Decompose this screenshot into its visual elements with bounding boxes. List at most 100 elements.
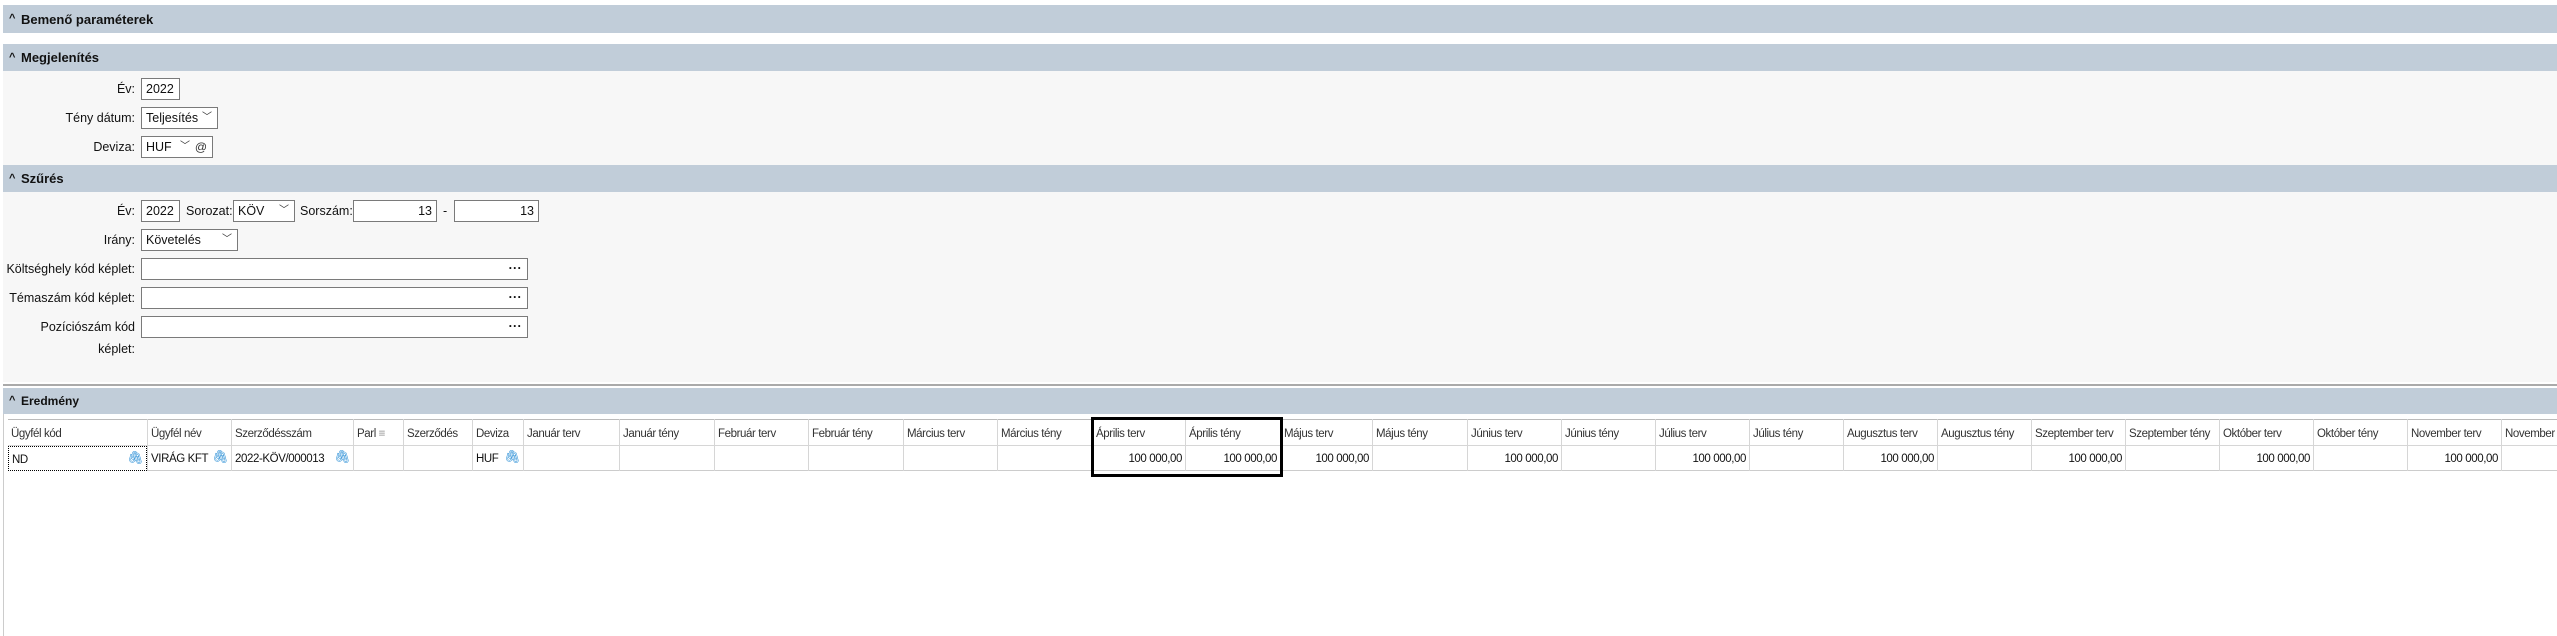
column-header[interactable]: Deviza (473, 419, 523, 446)
grid-cell[interactable]: ND 🖇 (8, 446, 147, 471)
column-header[interactable]: November terv (2408, 419, 2501, 446)
column-header[interactable]: Június tény (1562, 419, 1655, 446)
column-header[interactable]: Szerződés (404, 419, 472, 446)
grid-column: Augusztus tény (1938, 419, 2032, 471)
serial-from-input[interactable]: 13 (353, 200, 437, 222)
grid-cell[interactable] (620, 446, 714, 471)
column-header[interactable]: Ügyfél kód (8, 419, 147, 446)
grid-cell[interactable] (1562, 446, 1655, 471)
grid-column: Június tény (1562, 419, 1656, 471)
column-header[interactable]: Január terv (524, 419, 619, 446)
ellipsis-button[interactable]: ... (509, 317, 522, 333)
grid-cell[interactable] (715, 446, 808, 471)
direction-select[interactable]: Követelés ﹀ (141, 229, 238, 251)
topic-formula-input[interactable]: ... (141, 287, 528, 309)
paperclip-icon[interactable]: 🖇 (127, 450, 144, 466)
grid-column: Március tény (998, 419, 1093, 471)
column-header[interactable]: Július tény (1750, 419, 1843, 446)
paperclip-icon[interactable]: 🖇 (334, 449, 351, 465)
column-header[interactable]: Október tény (2314, 419, 2407, 446)
column-header[interactable]: Augusztus terv (1844, 419, 1937, 446)
series-select[interactable]: KÖV ﹀ (233, 200, 295, 222)
currency-select[interactable]: HUF ﹀ @ (141, 136, 213, 158)
column-header[interactable]: Február tény (809, 419, 903, 446)
grid-cell[interactable] (524, 446, 619, 471)
column-header[interactable]: Október terv (2220, 419, 2313, 446)
grid-column: Augusztus terv 100 000,00 (1844, 419, 1938, 471)
grid-cell[interactable]: VIRÁG KFT 🖇 (148, 446, 231, 471)
grid-border (3, 414, 4, 636)
grid-cell[interactable] (1750, 446, 1843, 471)
grid-cell[interactable] (904, 446, 997, 471)
grid-cell[interactable]: 100 000,00 (1468, 446, 1561, 471)
grid-cell[interactable]: 100 000,00 (1186, 446, 1280, 471)
column-header[interactable]: Március tény (998, 419, 1092, 446)
column-header[interactable]: Január tény (620, 419, 714, 446)
series-label: Sorozat: (186, 204, 233, 218)
grid-cell[interactable] (1373, 446, 1467, 471)
section-result[interactable]: ^ Eredmény (3, 388, 2557, 414)
grid-cell[interactable] (354, 446, 403, 471)
year-input[interactable]: 2022 (141, 78, 180, 100)
grid-column: Október tény (2314, 419, 2408, 471)
grid-cell[interactable] (809, 446, 903, 471)
grid-cell[interactable]: 100 000,00 (1656, 446, 1749, 471)
grid-column: Ügyfél kód ND 🖇 (8, 419, 148, 471)
grid-cell[interactable]: 100 000,00 (2032, 446, 2125, 471)
grid-cell[interactable] (2126, 446, 2219, 471)
column-header[interactable]: Március terv (904, 419, 997, 446)
grid-cell[interactable] (2502, 446, 2557, 471)
grid-column: Május terv 100 000,00 (1281, 419, 1373, 471)
column-header[interactable]: Február terv (715, 419, 808, 446)
ellipsis-button[interactable]: ... (509, 259, 522, 275)
column-header[interactable]: November tény (2502, 419, 2557, 446)
column-header[interactable]: Szeptember terv (2032, 419, 2125, 446)
filter-icon[interactable]: ≡ (376, 428, 386, 440)
grid-cell[interactable]: HUF 🖇 (473, 446, 523, 471)
grid-cell[interactable]: 100 000,00 (2408, 446, 2501, 471)
column-header[interactable]: Szeptember tény (2126, 419, 2219, 446)
ellipsis-button[interactable]: ... (509, 288, 522, 304)
grid-cell[interactable]: 2022-KÖV/000013 🖇 (232, 446, 353, 471)
section-filter[interactable]: ^ Szűrés (3, 165, 2557, 192)
grid-column: Január terv (524, 419, 620, 471)
grid-column: Parl ≡ (354, 419, 404, 471)
grid-cell[interactable] (998, 446, 1092, 471)
grid-cell[interactable]: 100 000,00 (1281, 446, 1372, 471)
cost-formula-input[interactable]: ... (141, 258, 528, 280)
grid-cell[interactable]: 100 000,00 (1093, 446, 1185, 471)
position-formula-input[interactable]: ... (141, 316, 528, 338)
grid-cell[interactable]: 100 000,00 (2220, 446, 2313, 471)
section-input-params[interactable]: ^ Bemenő paraméterek (3, 5, 2557, 33)
chevron-up-icon: ^ (9, 394, 16, 407)
column-header[interactable]: Parl ≡ (354, 419, 403, 446)
grid-column: Április terv 100 000,00 (1093, 419, 1186, 471)
serial-to-input[interactable]: 13 (454, 200, 539, 222)
grid-cell[interactable] (2314, 446, 2407, 471)
column-header[interactable]: Június terv (1468, 419, 1561, 446)
grid-cell[interactable]: 100 000,00 (1844, 446, 1937, 471)
paperclip-icon[interactable]: @ (195, 137, 207, 157)
grid-cell[interactable] (1938, 446, 2031, 471)
splitter[interactable] (3, 384, 2557, 386)
column-header[interactable]: Ügyfél név (148, 419, 231, 446)
column-header[interactable]: Április terv (1093, 419, 1185, 446)
display-panel: Év: 2022 Tény dátum: Teljesítés ﹀ Deviza:… (3, 71, 2557, 165)
column-header[interactable]: Május tény (1373, 419, 1467, 446)
grid-column: Szerződésszám 2022-KÖV/000013 🖇 (232, 419, 354, 471)
date-select[interactable]: Teljesítés ﹀ (141, 107, 218, 129)
filter-year-input[interactable]: 2022 (141, 200, 180, 222)
grid-column: Március terv (904, 419, 998, 471)
column-header[interactable]: Április tény (1186, 419, 1280, 446)
grid-column: November tény (2502, 419, 2557, 471)
column-header[interactable]: Augusztus tény (1938, 419, 2031, 446)
column-header[interactable]: Július terv (1656, 419, 1749, 446)
chevron-down-icon: ﹀ (222, 234, 232, 245)
grid-column: Szeptember terv 100 000,00 (2032, 419, 2126, 471)
column-header[interactable]: Május terv (1281, 419, 1372, 446)
column-header[interactable]: Szerződésszám (232, 419, 353, 446)
section-display[interactable]: ^ Megjelenítés (3, 44, 2557, 71)
paperclip-icon[interactable]: 🖇 (212, 449, 229, 465)
paperclip-icon[interactable]: 🖇 (504, 449, 521, 465)
grid-cell[interactable] (404, 446, 472, 471)
